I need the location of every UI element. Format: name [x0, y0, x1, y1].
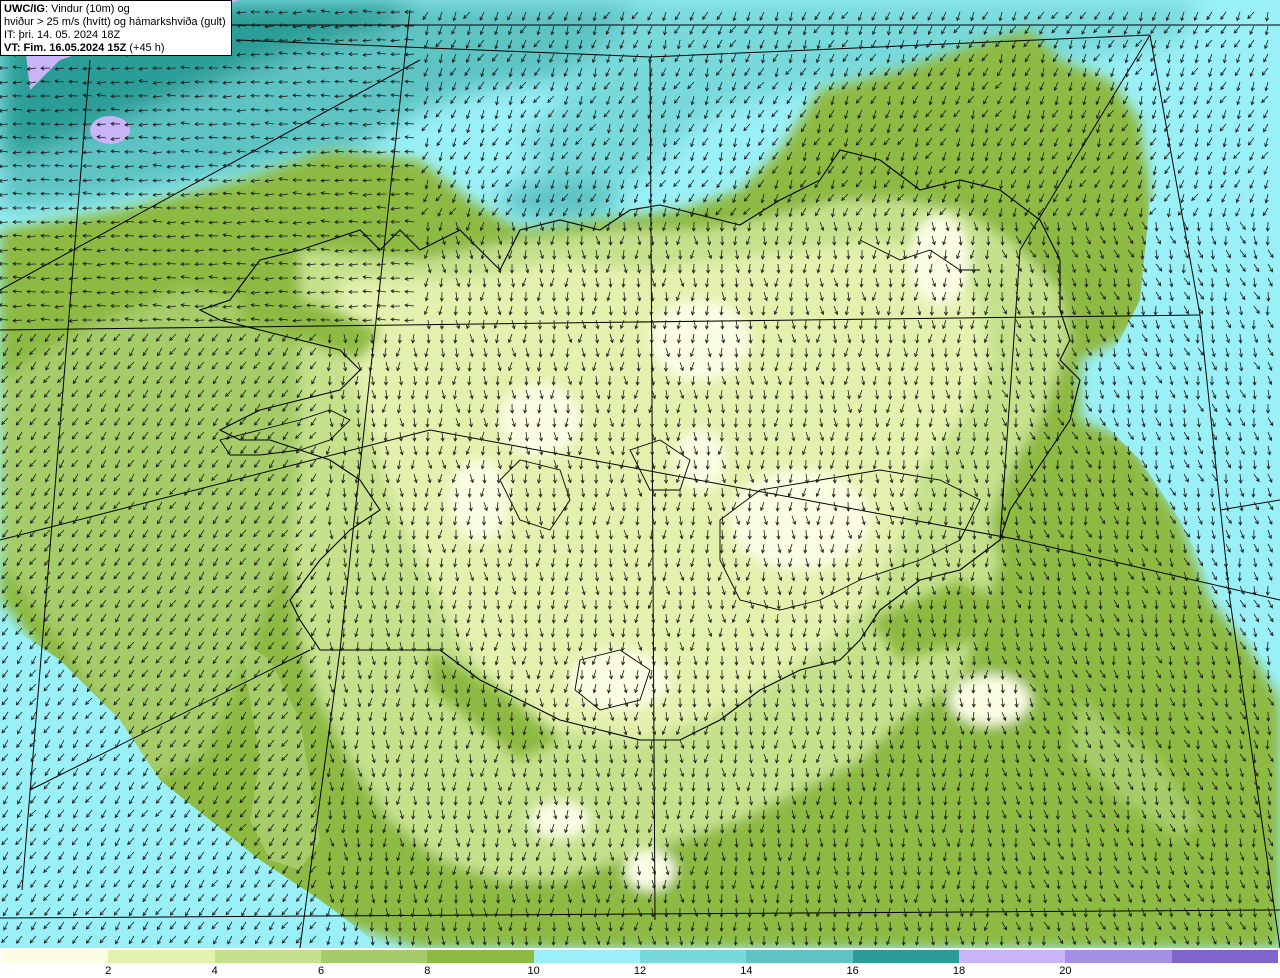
wind-map	[0, 0, 1280, 948]
purple-patch-small	[90, 116, 130, 144]
